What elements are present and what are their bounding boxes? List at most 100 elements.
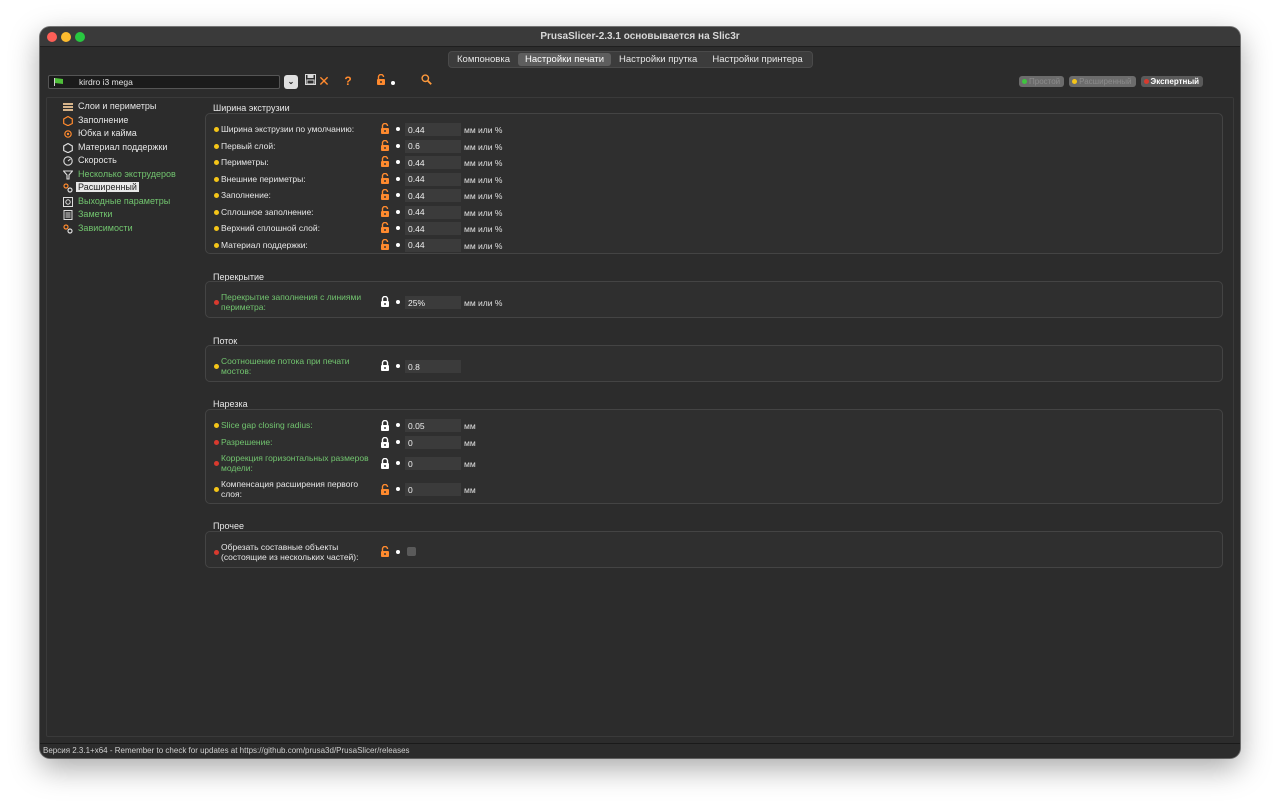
unit-label: мм или % [464, 298, 503, 308]
question-icon[interactable]: ? [342, 74, 354, 88]
tab-plater[interactable]: Компоновка [450, 53, 517, 66]
extrusion-width-perimeters-input[interactable] [405, 156, 461, 169]
speed-icon [63, 156, 73, 166]
flag-icon [54, 78, 63, 86]
mode-dot [214, 242, 219, 248]
unlocked-icon[interactable] [380, 546, 390, 557]
sidebar-item-support[interactable]: Материал поддержки [62, 141, 212, 155]
mode-dot [214, 127, 219, 132]
slice-gap-closing-radius-input[interactable] [405, 419, 461, 432]
extrusion-width-infill-input[interactable] [405, 189, 461, 202]
sidebar-item-output-options[interactable]: Выходные параметры [62, 195, 212, 209]
setting-label: Разрешение: [221, 437, 273, 447]
chevron-down-icon[interactable]: ⌄ [284, 75, 298, 89]
settings-sidebar: Слои и периметры Заполнение Юбка и кайма… [62, 100, 212, 235]
unlocked-icon[interactable] [375, 73, 387, 88]
locked-icon[interactable] [380, 360, 390, 371]
tab-print-settings[interactable]: Настройки печати [518, 53, 612, 66]
extrusion-width-default-input[interactable] [405, 123, 461, 136]
clip-multipart-objects-checkbox[interactable] [407, 547, 416, 556]
unlocked-icon[interactable] [380, 123, 390, 134]
mode-dot [214, 176, 219, 182]
mode-dot [214, 423, 219, 428]
group-overlap: Перекрытие заполнения с линиями периметр… [205, 281, 1223, 318]
system-value-dot [396, 226, 400, 230]
unlocked-icon[interactable] [380, 222, 390, 233]
infill-overlap-input[interactable] [405, 296, 461, 309]
tab-printer-settings[interactable]: Настройки принтера [705, 53, 809, 66]
sidebar-item-layers[interactable]: Слои и периметры [62, 100, 212, 114]
mode-dot [214, 300, 219, 305]
system-value-dot [396, 440, 400, 444]
mode-dot [214, 160, 219, 165]
unit-label: мм [464, 438, 476, 448]
locked-icon[interactable] [380, 458, 390, 469]
setting-label: Материал поддержки: [221, 239, 308, 250]
unlocked-icon[interactable] [380, 484, 390, 495]
mode-dot [214, 487, 219, 492]
mode-expert-button[interactable]: Экспертный [1140, 76, 1204, 87]
mode-dot [214, 440, 219, 445]
tab-filament-settings[interactable]: Настройки прутка [612, 53, 704, 66]
system-value-dot [396, 487, 400, 491]
unlocked-icon[interactable] [380, 238, 390, 250]
sidebar-item-advanced[interactable]: Расширенный [62, 181, 212, 195]
unit-label: мм [464, 459, 476, 469]
setting-label: Периметры: [221, 157, 269, 167]
resolution-input[interactable] [405, 436, 461, 449]
system-value-dot [396, 193, 400, 197]
status-bar: Версия 2.3.1+x64 - Remember to check for… [40, 743, 1240, 758]
extrusion-width-support-input[interactable] [405, 238, 461, 252]
group-slicing: Slice gap closing radius: мм Разрешение:… [205, 409, 1223, 504]
delete-icon[interactable]: ✕ [318, 74, 330, 88]
save-icon[interactable] [304, 74, 316, 88]
setting-label: Ширина экструзии по умолчанию: [221, 124, 355, 134]
extrusion-width-solid-infill-input[interactable] [405, 205, 461, 219]
system-value-dot [396, 550, 400, 554]
extrusion-width-top-solid-input[interactable] [405, 222, 461, 235]
unit-label: мм или % [464, 141, 503, 152]
unit-label: мм [464, 485, 476, 495]
setting-label: Внешние периметры: [221, 173, 306, 184]
unlocked-icon[interactable] [380, 189, 390, 200]
mode-advanced-button[interactable]: Расширенный [1069, 76, 1136, 87]
locked-icon[interactable] [380, 296, 390, 307]
sidebar-item-multiple-extruders[interactable]: Несколько экструдеров [62, 168, 212, 182]
setting-label: Коррекция горизонтальных размеров модели… [221, 453, 369, 473]
sidebar-item-dependencies[interactable]: Зависимости [62, 222, 212, 236]
sidebar-item-notes[interactable]: Заметки [62, 208, 212, 222]
elephant-foot-compensation-input[interactable] [405, 483, 461, 496]
unit-label: мм или % [464, 191, 503, 201]
extrusion-width-first-layer-input[interactable] [405, 139, 461, 153]
search-icon[interactable] [420, 74, 432, 88]
setting-label: Сплошное заполнение: [221, 206, 314, 217]
system-value-dot [396, 242, 400, 247]
setting-label: Соотношение потока при печати мостов: [221, 356, 350, 376]
mode-dot [214, 143, 219, 149]
system-value-dot [396, 461, 400, 465]
system-value-dot [396, 143, 400, 148]
sidebar-item-skirt-brim[interactable]: Юбка и кайма [62, 127, 212, 141]
system-value-dot [391, 81, 395, 85]
mode-dot [214, 364, 219, 369]
unlocked-icon[interactable] [380, 172, 390, 184]
system-value-dot [396, 209, 400, 214]
bridge-flow-ratio-input[interactable] [405, 360, 461, 373]
locked-icon[interactable] [380, 420, 390, 431]
preset-name: kirdro i3 mega [79, 77, 133, 87]
section-title-slicing: Нарезка [213, 399, 248, 409]
mode-simple-button[interactable]: Простой [1019, 76, 1065, 87]
sidebar-item-infill[interactable]: Заполнение [62, 114, 212, 128]
unit-label: мм или % [464, 207, 503, 218]
unlocked-icon[interactable] [380, 139, 390, 151]
output-icon [63, 196, 73, 207]
sidebar-item-speed[interactable]: Скорость [62, 154, 212, 168]
xy-size-compensation-input[interactable] [405, 457, 461, 470]
locked-icon[interactable] [380, 437, 390, 448]
setting-label: Обрезать составные объекты (состоящие из… [221, 542, 359, 562]
title-bar: PrusaSlicer-2.3.1 основывается на Slic3r [40, 27, 1240, 47]
extrusion-width-external-perimeters-input[interactable] [405, 172, 461, 186]
unlocked-icon[interactable] [380, 156, 390, 167]
unlocked-icon[interactable] [380, 205, 390, 217]
preset-select[interactable]: kirdro i3 mega [48, 75, 280, 89]
